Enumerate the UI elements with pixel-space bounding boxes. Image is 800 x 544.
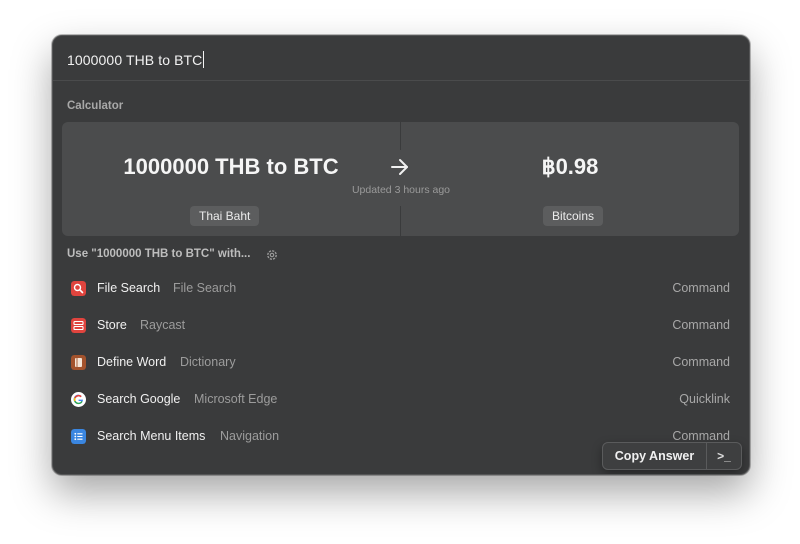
item-subtitle: Navigation	[220, 429, 280, 443]
list-item[interactable]: Search Google Microsoft Edge Quicklink	[53, 381, 749, 418]
item-type: Command	[672, 318, 730, 332]
input-unit-badge: Thai Baht	[190, 206, 260, 226]
calculator-result-panel[interactable]: 1000000 THB to BTC ฿0.98 Updated 3 hours…	[62, 122, 739, 236]
list-item[interactable]: Define Word Dictionary Command	[53, 344, 749, 381]
store-icon	[71, 318, 86, 333]
search-input[interactable]: 1000000 THB to BTC	[67, 51, 205, 68]
copy-answer-button[interactable]: Copy Answer	[603, 443, 706, 469]
item-type: Command	[672, 281, 730, 295]
item-title: Define Word	[97, 355, 167, 369]
use-with-label: Use "1000000 THB to BTC" with...	[67, 248, 251, 260]
item-subtitle: Microsoft Edge	[194, 392, 278, 406]
gear-icon[interactable]	[265, 248, 279, 262]
section-title-calculator: Calculator	[67, 100, 124, 112]
text-caret	[203, 51, 205, 68]
google-icon	[71, 392, 86, 407]
menu-items-icon	[71, 429, 86, 444]
action-bar: Copy Answer >_	[602, 442, 742, 470]
item-type: Quicklink	[679, 392, 730, 406]
calculator-output-value: ฿0.98	[541, 154, 599, 179]
output-unit-badge: Bitcoins	[543, 206, 604, 226]
item-title: Search Menu Items	[97, 429, 206, 443]
item-type: Command	[672, 429, 730, 443]
terminal-icon[interactable]: >_	[707, 443, 741, 469]
launcher-window: 1000000 THB to BTC Calculator 1000000 TH…	[52, 35, 750, 475]
item-title: File Search	[97, 281, 161, 295]
item-title: Search Google	[97, 392, 181, 406]
item-title: Store	[97, 318, 127, 332]
calculator-input-expression: 1000000 THB to BTC	[123, 154, 339, 179]
item-subtitle: Dictionary	[180, 355, 236, 369]
item-subtitle: File Search	[173, 281, 237, 295]
search-query[interactable]: 1000000 THB to BTC	[67, 52, 202, 68]
file-search-icon	[71, 281, 86, 296]
list-item[interactable]: Store Raycast Command	[53, 307, 749, 344]
list-item[interactable]: File Search File Search Command	[53, 270, 749, 307]
item-type: Command	[672, 355, 730, 369]
search-bar[interactable]: 1000000 THB to BTC	[53, 36, 749, 81]
calculator-updated-time: Updated 3 hours ago	[351, 184, 451, 196]
item-subtitle: Raycast	[140, 318, 186, 332]
dictionary-icon	[71, 355, 86, 370]
